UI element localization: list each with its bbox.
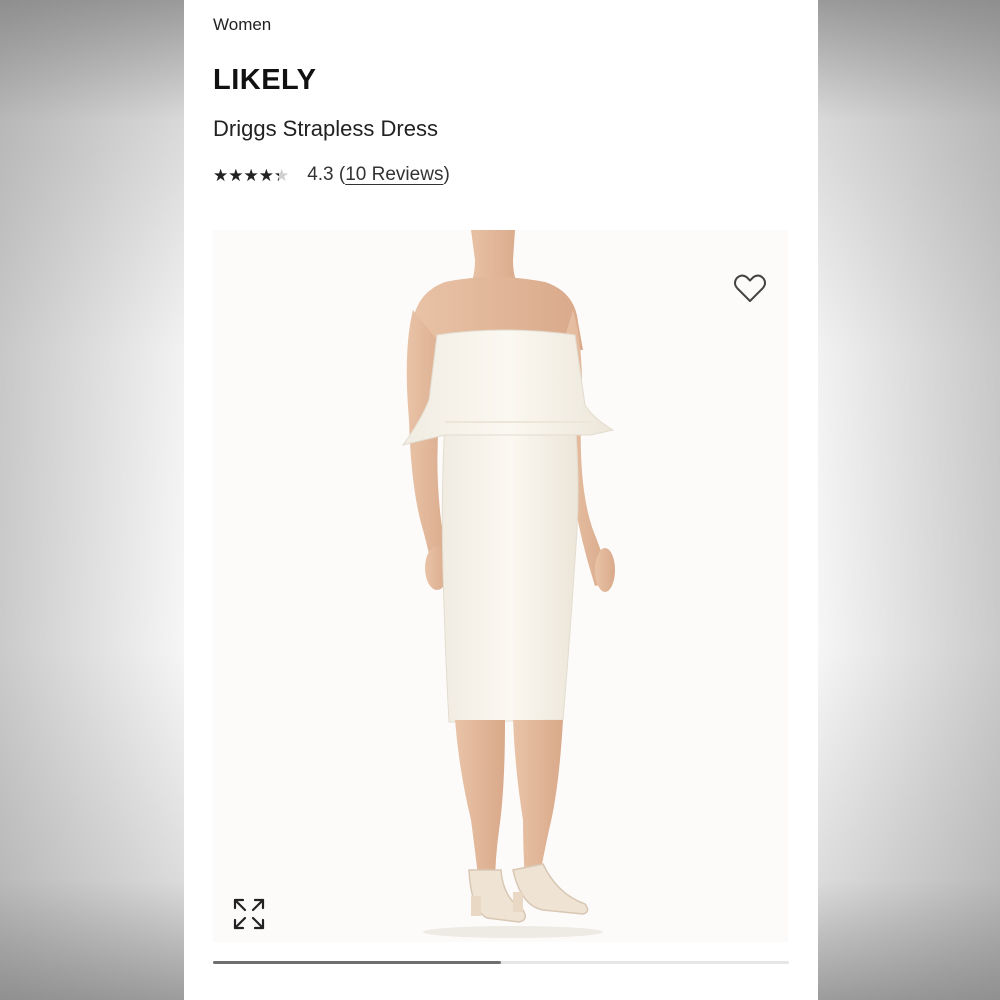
star-rating-fill: ★★★★★ (213, 166, 279, 184)
gallery-scroll-track[interactable] (213, 961, 789, 964)
favorite-heart-icon[interactable] (730, 268, 770, 308)
reviews-link[interactable]: 10 Reviews (345, 164, 443, 185)
category-breadcrumb[interactable]: Women (213, 15, 271, 35)
background-left-blur (0, 0, 184, 1000)
brand-title[interactable]: LIKELY (213, 64, 316, 97)
product-name: Driggs Strapless Dress (213, 116, 438, 141)
product-photo[interactable] (213, 230, 788, 942)
rating-row: ★★★★★ ★★★★★ 4.3 (10 Reviews) (213, 162, 450, 188)
product-screen: Women LIKELY Driggs Strapless Dress ★★★★… (184, 0, 818, 1000)
background-right-blur (818, 0, 1000, 1000)
rating-value: 4.3 (10 Reviews) (307, 164, 450, 185)
star-rating-icon: ★★★★★ ★★★★★ (213, 165, 290, 185)
product-image-gallery[interactable] (213, 230, 788, 942)
expand-arrows-icon[interactable] (231, 896, 267, 932)
gallery-scroll-indicator[interactable] (213, 961, 501, 964)
